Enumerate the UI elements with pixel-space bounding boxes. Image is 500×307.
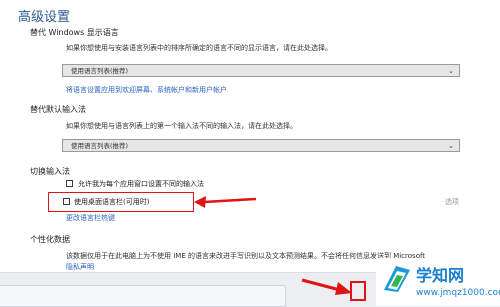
input-method-heading: 替代默认输入法 — [30, 105, 86, 114]
input-method-select-value: 使用语言列表(推荐) — [71, 142, 129, 150]
watermark-url: www.jmqz1000.com — [416, 288, 500, 298]
personalization-heading: 个性化数据 — [30, 235, 70, 244]
switching-heading: 切换输入法 — [30, 167, 70, 176]
watermark-name: 学知网 — [416, 266, 465, 285]
bottom-save-button[interactable] — [0, 285, 286, 307]
input-method-description: 如果你想使用与语言列表上的第一个输入法不同的输入法，请在此处选择。 — [66, 122, 297, 130]
personalization-description: 该数据仅用于在此电脑上为不使用 IME 的语言来改进手写识别以及文本预测结果。不… — [66, 252, 426, 260]
watermark-logo-icon — [384, 266, 410, 292]
watermark: 学知网 www.jmqz1000.com — [376, 258, 500, 306]
annotation-arrow-left — [194, 196, 257, 208]
display-language-heading: 替代 Windows 显示语言 — [30, 28, 119, 37]
desktop-language-bar-label: 使用桌面语言栏(可用时) — [74, 198, 150, 206]
input-method-select[interactable]: 使用语言列表(推荐) ⌄ — [62, 139, 460, 152]
chevron-down-icon: ⌄ — [448, 67, 454, 75]
display-language-select[interactable]: 使用语言列表(推荐) ⌄ — [62, 64, 460, 77]
display-language-select-value: 使用语言列表(推荐) — [71, 67, 129, 75]
per-app-input-label: 允许我为每个应用窗口设置不同的输入法 — [78, 180, 204, 188]
privacy-statement-link[interactable]: 隐私声明 — [66, 262, 94, 272]
desktop-language-bar-checkbox[interactable] — [63, 198, 70, 205]
display-language-description: 如果你想使用与安装语言列表中的排序所确定的语言不同的显示语言，请在此处选择。 — [66, 44, 332, 52]
chevron-down-icon: ⌄ — [448, 142, 454, 150]
per-app-input-checkbox[interactable] — [66, 180, 73, 187]
page-title: 高级设置 — [18, 10, 71, 25]
annotation-arrow-right — [301, 278, 352, 295]
options-label[interactable]: 选项 — [445, 197, 459, 207]
apply-language-settings-link[interactable]: 将语言设置应用到欢迎屏幕、系统帐户和新用户帐户 — [66, 85, 227, 95]
change-hotkeys-link[interactable]: 更改语言栏热键 — [66, 213, 115, 223]
